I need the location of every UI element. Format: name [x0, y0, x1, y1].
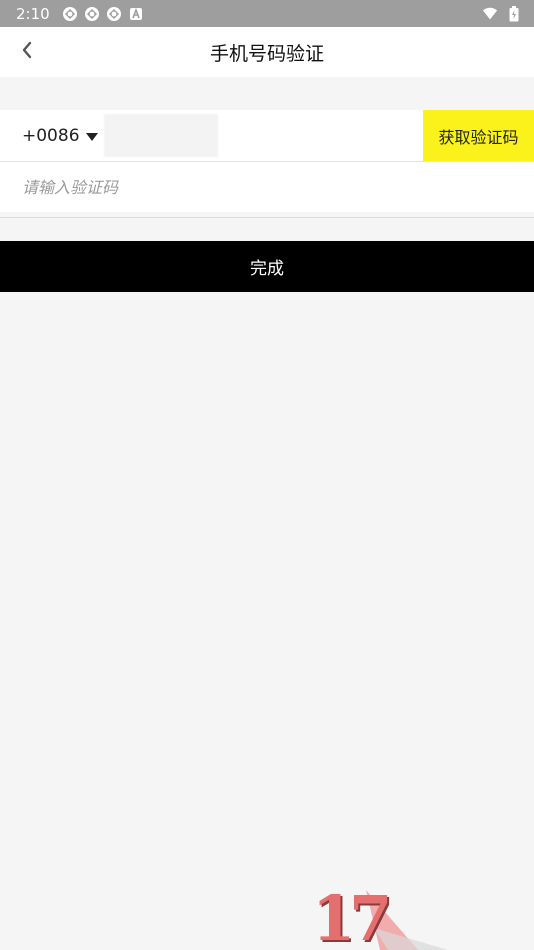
chevron-left-icon [20, 41, 34, 63]
wifi-icon [482, 6, 498, 22]
battery-icon [506, 5, 522, 22]
title-bar: 手机号码验证 [0, 27, 534, 77]
status-right [482, 5, 522, 22]
app-notification-icon [84, 6, 100, 22]
phone-number-input[interactable] [104, 114, 218, 157]
get-code-button[interactable]: 获取验证码 [423, 110, 534, 161]
done-button[interactable]: 完成 [0, 241, 534, 292]
country-code-label: +0086 [22, 125, 80, 146]
watermark-logo: 17 [308, 888, 534, 950]
app-notification-icon [62, 6, 78, 22]
watermark-text: 17 [312, 888, 392, 950]
country-code-selector[interactable]: +0086 [0, 110, 100, 161]
phone-row: +0086 获取验证码 [0, 110, 534, 161]
status-time: 2:10 [16, 4, 50, 23]
section-divider [0, 217, 534, 218]
caret-down-icon [85, 126, 98, 146]
code-row [0, 162, 534, 212]
app-notification-icon [106, 6, 122, 22]
page-title: 手机号码验证 [209, 42, 324, 65]
back-button[interactable] [10, 35, 44, 69]
a-notification-icon [128, 6, 144, 22]
verification-code-input[interactable] [0, 162, 534, 212]
status-bar: 2:10 [0, 0, 534, 27]
status-left: 2:10 [16, 5, 144, 23]
